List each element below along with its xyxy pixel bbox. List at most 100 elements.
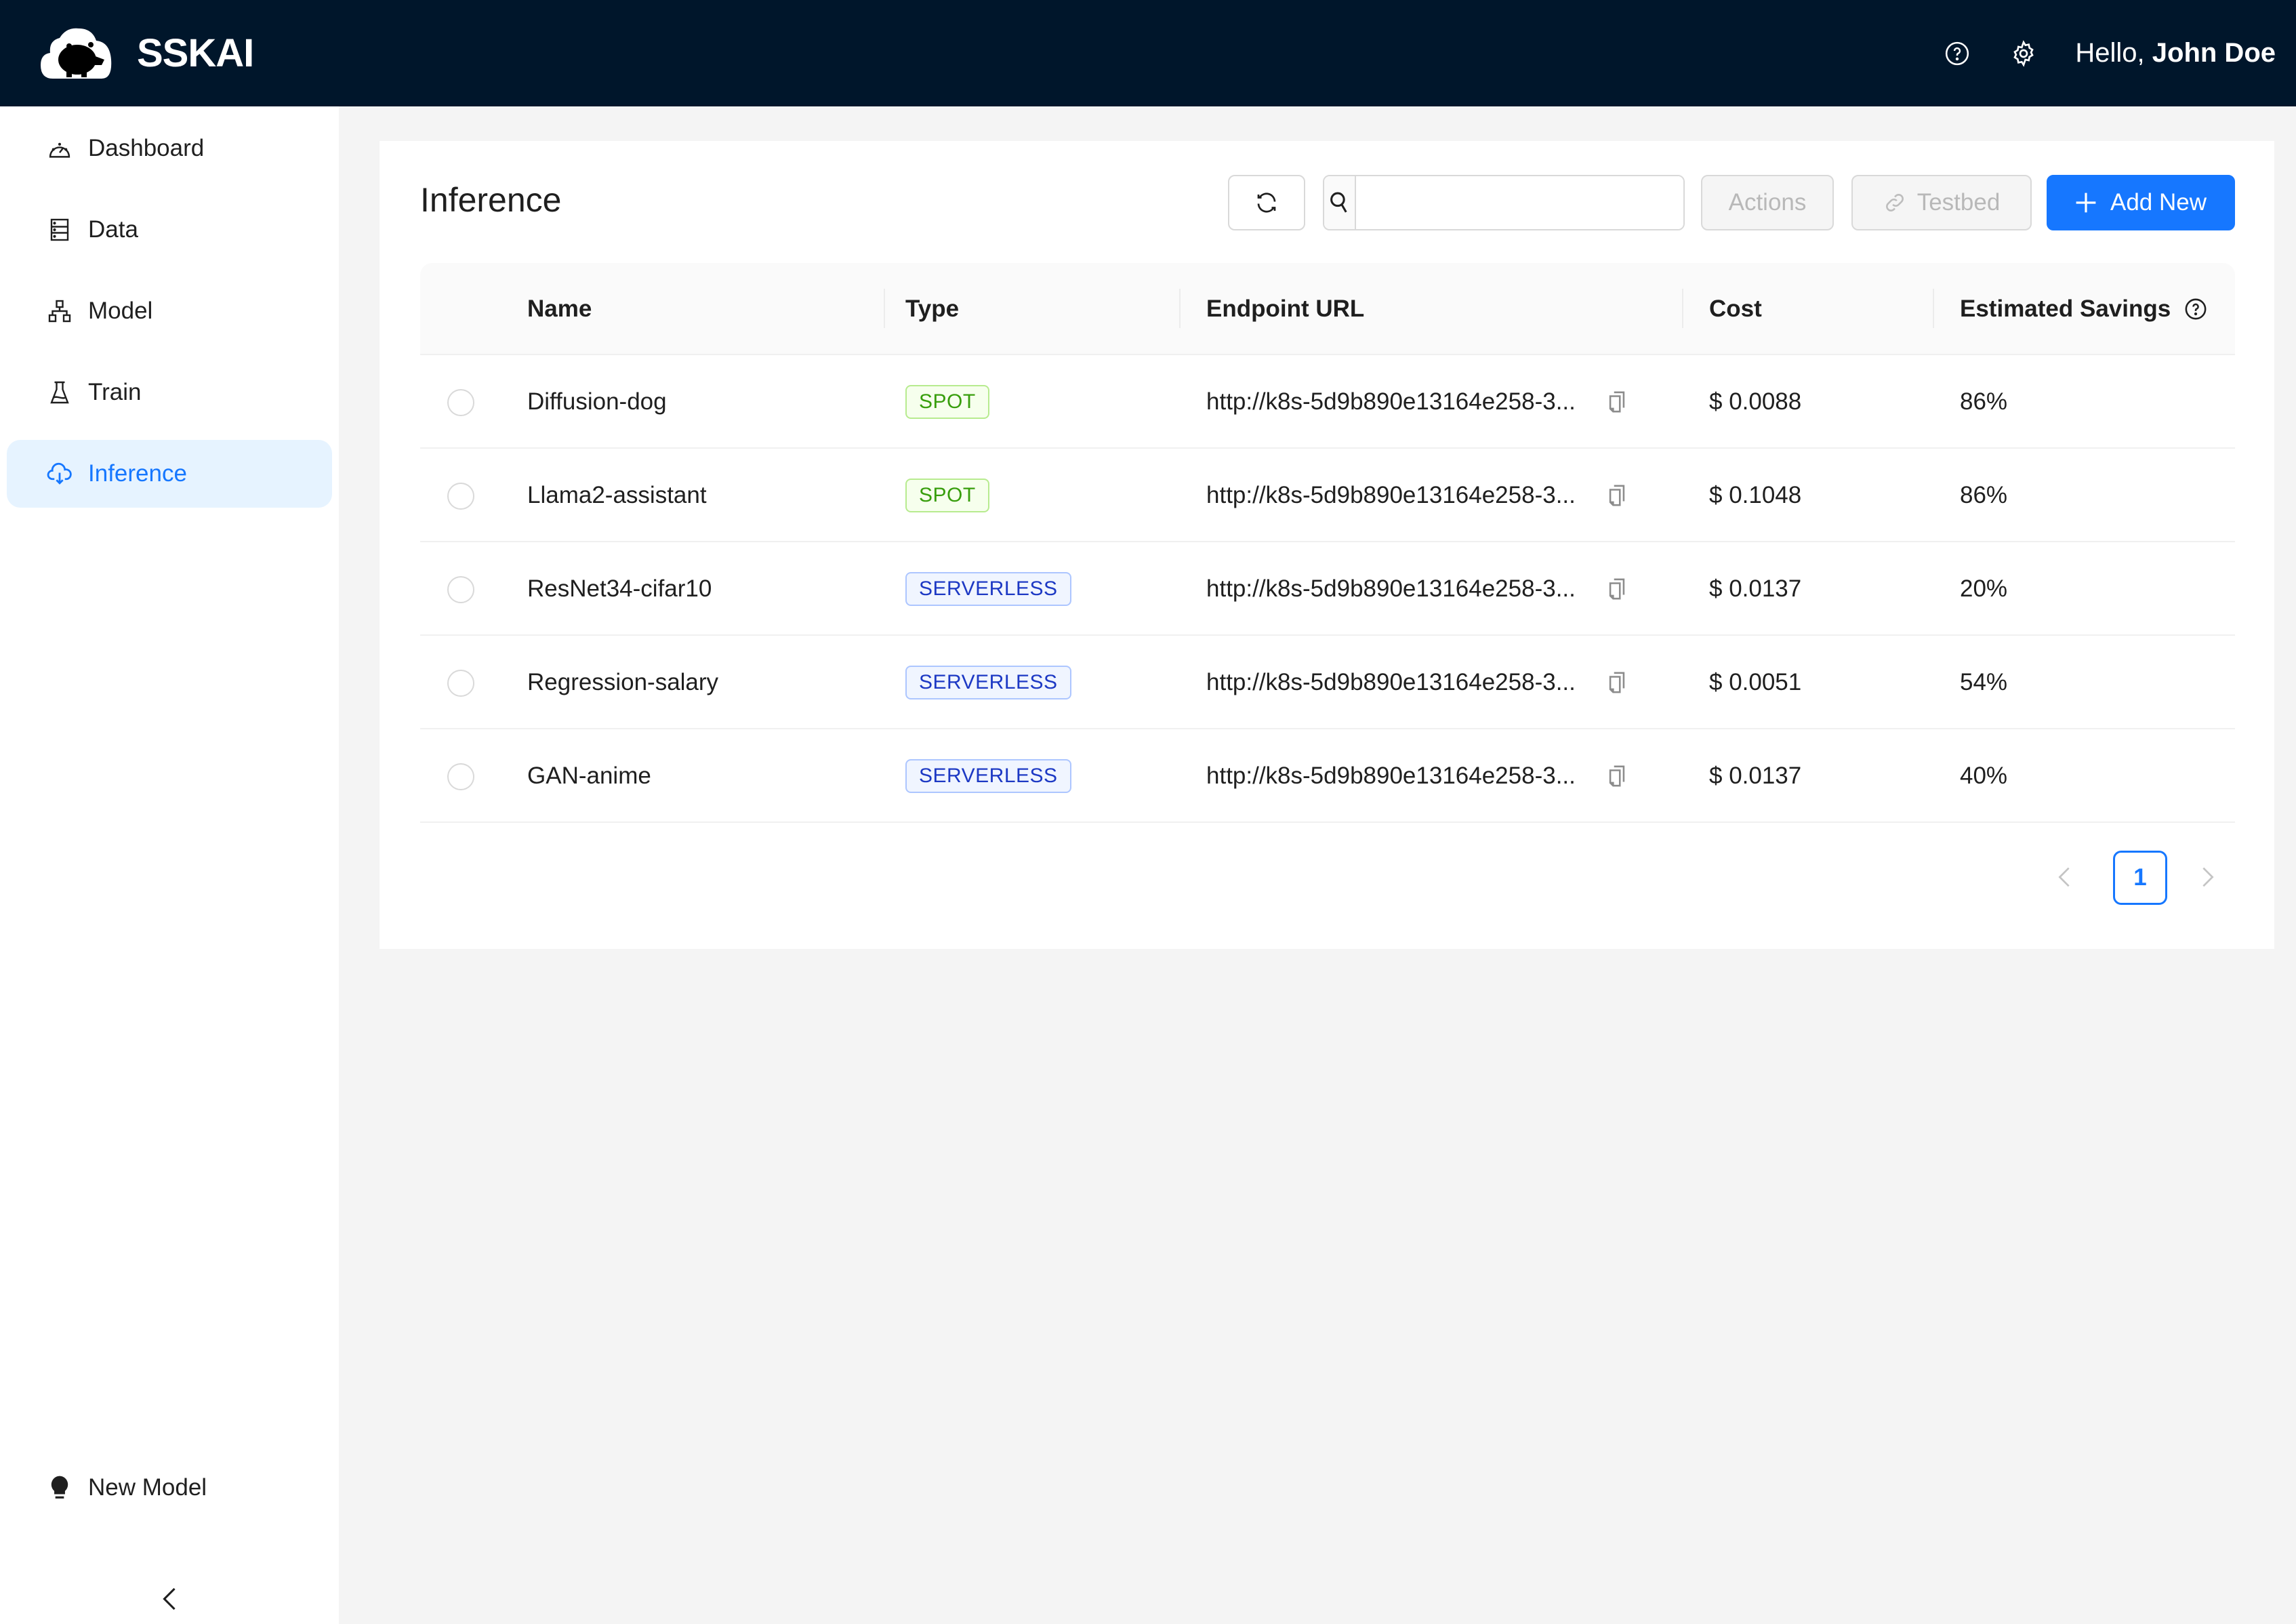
- row-endpoint-url[interactable]: http://k8s-5d9b890e13164e258-3...: [1206, 542, 1576, 636]
- table-header: Name Type Endpoint URL Cost Estimated Sa…: [420, 263, 2235, 355]
- table-body: Diffusion-dog SPOT http://k8s-5d9b890e13…: [420, 355, 2235, 823]
- sidebar-item-label: Dashboard: [88, 135, 205, 161]
- dashboard-gauge-icon: [46, 135, 73, 162]
- search-icon[interactable]: [1324, 176, 1356, 229]
- row-name: ResNet34-cifar10: [527, 575, 712, 602]
- chevron-left-icon: [163, 1587, 176, 1610]
- hierarchy-icon: [46, 298, 73, 325]
- greeting-text: Hello,: [2075, 38, 2145, 68]
- row-select-radio[interactable]: [447, 483, 474, 510]
- add-new-label: Add New: [2110, 189, 2207, 216]
- actions-label: Actions: [1728, 189, 1807, 216]
- estimated-savings-label: Estimated Savings: [1960, 296, 2171, 322]
- row-savings: 54%: [1960, 669, 2008, 695]
- copy-icon[interactable]: [1603, 388, 1631, 415]
- actions-button[interactable]: Actions: [1701, 175, 1834, 230]
- flask-icon: [46, 379, 73, 406]
- header-actions: Hello, John Doe: [1942, 0, 2276, 106]
- pagination-page-1[interactable]: 1: [2113, 851, 2167, 905]
- add-new-button[interactable]: Add New: [2047, 175, 2235, 230]
- row-type: SPOT: [905, 449, 989, 542]
- row-cost: $ 0.0137: [1709, 575, 1802, 602]
- type-badge: SERVERLESS: [905, 572, 1071, 606]
- table-row[interactable]: Llama2-assistant SPOT http://k8s-5d9b890…: [420, 449, 2235, 542]
- table-row[interactable]: ResNet34-cifar10 SERVERLESS http://k8s-5…: [420, 542, 2235, 636]
- collapse-sidebar-button[interactable]: [155, 1584, 184, 1614]
- search-input[interactable]: [1356, 176, 1683, 229]
- row-name: Regression-salary: [527, 669, 719, 695]
- copy-icon[interactable]: [1603, 575, 1631, 603]
- refresh-button[interactable]: [1228, 175, 1305, 230]
- row-type: SERVERLESS: [905, 729, 1071, 823]
- row-name: GAN-anime: [527, 763, 651, 789]
- column-divider: [884, 289, 885, 328]
- inference-panel: Inference Actions Testbed Add New Name T…: [380, 141, 2274, 949]
- row-select-radio[interactable]: [447, 763, 474, 790]
- column-header-endpoint-url[interactable]: Endpoint URL: [1206, 263, 1364, 355]
- row-name: Diffusion-dog: [527, 388, 667, 415]
- testbed-label: Testbed: [1916, 189, 2001, 216]
- column-divider: [1933, 289, 1934, 328]
- brand-name: SSKAI: [137, 31, 254, 75]
- sidebar-item-label: New Model: [88, 1474, 207, 1501]
- copy-icon[interactable]: [1603, 482, 1631, 509]
- row-cost: $ 0.0051: [1709, 669, 1802, 695]
- sidebar-item-new-model[interactable]: New Model: [7, 1454, 332, 1522]
- type-badge: SERVERLESS: [905, 759, 1071, 793]
- table-row[interactable]: Regression-salary SERVERLESS http://k8s-…: [420, 636, 2235, 729]
- top-bar: SSKAI Hello, John Doe: [0, 0, 2296, 106]
- chevron-left-icon: [2058, 867, 2070, 887]
- sidebar-item-label: Model: [88, 298, 153, 324]
- link-icon: [1883, 191, 1906, 214]
- copy-icon[interactable]: [1603, 669, 1631, 696]
- row-endpoint-url[interactable]: http://k8s-5d9b890e13164e258-3...: [1206, 449, 1576, 542]
- cloud-download-icon: [46, 460, 73, 487]
- row-select-radio[interactable]: [447, 389, 474, 416]
- row-endpoint-url[interactable]: http://k8s-5d9b890e13164e258-3...: [1206, 355, 1576, 449]
- row-select-radio[interactable]: [447, 670, 474, 697]
- gear-icon[interactable]: [2009, 39, 2038, 68]
- column-divider: [1682, 289, 1683, 328]
- sidebar-item-inference[interactable]: Inference: [7, 440, 332, 508]
- row-cost: $ 0.0137: [1709, 763, 1802, 789]
- sidebar-item-data[interactable]: Data: [7, 196, 332, 264]
- row-type: SERVERLESS: [905, 636, 1071, 729]
- type-badge: SPOT: [905, 479, 989, 512]
- type-badge: SERVERLESS: [905, 666, 1071, 699]
- cloud-pig-logo-icon: [41, 28, 112, 79]
- column-divider: [1179, 289, 1181, 328]
- user-greeting[interactable]: Hello, John Doe: [2075, 38, 2276, 68]
- logo[interactable]: SSKAI: [39, 26, 254, 80]
- row-endpoint-url[interactable]: http://k8s-5d9b890e13164e258-3...: [1206, 729, 1576, 823]
- table-row[interactable]: Diffusion-dog SPOT http://k8s-5d9b890e13…: [420, 355, 2235, 449]
- chevron-right-icon: [2202, 867, 2214, 887]
- column-header-name[interactable]: Name: [527, 263, 592, 355]
- sidebar-item-model[interactable]: Model: [7, 277, 332, 345]
- sidebar-item-label: Data: [88, 216, 138, 243]
- pagination-prev-button[interactable]: [2051, 864, 2078, 891]
- sidebar-item-train[interactable]: Train: [7, 359, 332, 426]
- row-savings: 40%: [1960, 763, 2008, 789]
- sidebar-item-label: Inference: [88, 460, 187, 487]
- page-title: Inference: [420, 181, 562, 219]
- row-savings: 20%: [1960, 575, 2008, 602]
- row-cost: $ 0.0088: [1709, 388, 1802, 415]
- question-circle-icon[interactable]: [2184, 298, 2207, 321]
- sidebar-item-label: Train: [88, 379, 142, 405]
- table-row[interactable]: GAN-anime SERVERLESS http://k8s-5d9b890e…: [420, 729, 2235, 823]
- column-header-type[interactable]: Type: [905, 263, 959, 355]
- sidebar-item-dashboard[interactable]: Dashboard: [7, 115, 332, 182]
- question-circle-icon[interactable]: [1942, 39, 1972, 68]
- row-type: SPOT: [905, 355, 989, 449]
- copy-icon[interactable]: [1603, 763, 1631, 790]
- user-name: John Doe: [2152, 38, 2276, 68]
- row-endpoint-url[interactable]: http://k8s-5d9b890e13164e258-3...: [1206, 636, 1576, 729]
- plus-icon: [2075, 192, 2097, 214]
- row-savings: 86%: [1960, 388, 2008, 415]
- pagination-next-button[interactable]: [2194, 864, 2221, 891]
- refresh-icon: [1257, 192, 1276, 213]
- column-header-estimated-savings[interactable]: Estimated Savings: [1960, 263, 2207, 355]
- column-header-cost[interactable]: Cost: [1709, 263, 1762, 355]
- row-select-radio[interactable]: [447, 576, 474, 603]
- testbed-button[interactable]: Testbed: [1851, 175, 2032, 230]
